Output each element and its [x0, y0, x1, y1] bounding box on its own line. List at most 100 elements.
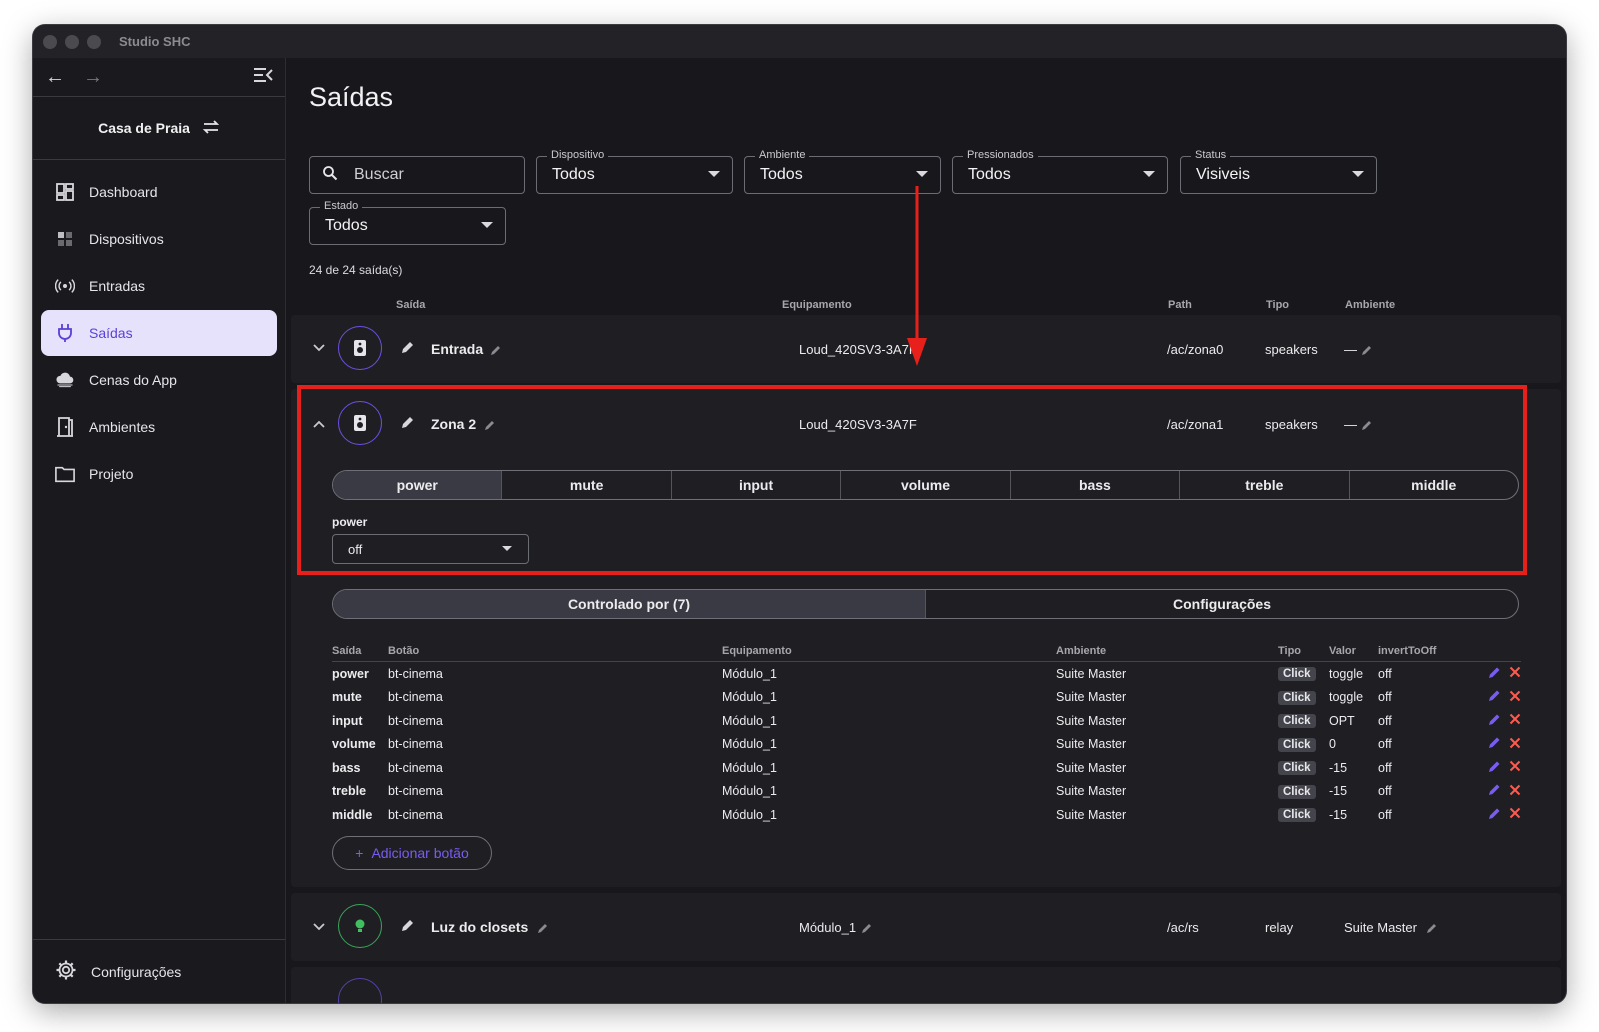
filter-estado[interactable]: Estado Todos — [309, 200, 506, 245]
output-row-partial[interactable] — [291, 967, 1561, 1003]
cell-saida: bass — [332, 760, 361, 775]
cell-tipo: Click — [1278, 709, 1329, 733]
th-valor: Valor — [1329, 642, 1378, 662]
back-arrow-icon[interactable]: ← — [45, 66, 65, 89]
sidebar-item-configuracoes[interactable]: Configurações — [33, 939, 285, 1003]
zoom-window-button[interactable] — [87, 34, 101, 49]
cell-actions — [1482, 686, 1521, 710]
sidebar-item-cenas[interactable]: Cenas do App — [41, 357, 277, 403]
annotation-arrow — [907, 186, 927, 366]
cell-saida: power — [332, 666, 369, 681]
tab-configuracoes[interactable]: Configurações — [925, 590, 1518, 618]
type-chip: Click — [1278, 714, 1316, 729]
delete-x-icon[interactable] — [1509, 807, 1521, 822]
command-tab-volume[interactable]: volume — [840, 471, 1009, 499]
delete-x-icon[interactable] — [1509, 690, 1521, 705]
edit-pencil-icon[interactable] — [1488, 713, 1501, 729]
search-icon — [322, 165, 338, 186]
rename-pencil-icon[interactable] — [400, 416, 414, 435]
cell-ambiente: Suite Master — [1056, 760, 1127, 775]
detail-tabs: Controlado por (7) Configurações — [332, 589, 1519, 619]
cell-tipo: Click — [1278, 686, 1329, 710]
caret-down-icon — [708, 171, 720, 177]
cell-saida: treble — [332, 784, 367, 799]
add-button[interactable]: + Adicionar botão — [332, 836, 492, 870]
delete-x-icon[interactable] — [1509, 737, 1521, 752]
edit-pencil-icon[interactable] — [1488, 760, 1501, 776]
cell-equipamento: Módulo_1 — [722, 737, 777, 752]
minimize-window-button[interactable] — [65, 34, 79, 49]
forward-arrow-icon[interactable]: → — [83, 66, 103, 89]
command-value-select[interactable]: off — [332, 534, 529, 564]
edit-room-icon[interactable] — [1361, 343, 1373, 361]
edit-room-icon[interactable] — [1426, 921, 1438, 939]
cell-botao: bt-cinema — [388, 713, 443, 728]
delete-x-icon[interactable] — [1509, 760, 1521, 775]
edit-pencil-icon[interactable] — [1488, 783, 1501, 799]
command-tab-bass[interactable]: bass — [1009, 471, 1179, 499]
cell-equipamento: Módulo_1 — [722, 784, 777, 799]
filter-label: Ambiente — [755, 149, 810, 161]
cell-ambiente: Suite Master — [1056, 713, 1127, 728]
edit-pencil-icon[interactable] — [1488, 666, 1501, 682]
filter-status[interactable]: Status Visiveis — [1180, 149, 1377, 194]
edit-name-icon[interactable] — [484, 418, 496, 436]
caret-down-icon — [481, 222, 493, 228]
sidebar-item-projeto[interactable]: Projeto — [41, 451, 277, 497]
plus-icon: + — [355, 845, 364, 861]
type-chip: Click — [1278, 737, 1316, 752]
cell-tipo: Click — [1278, 756, 1329, 780]
table-row: treble bt-cinema Módulo_1 Suite Master Click… — [332, 780, 1521, 804]
sidebar-item-dashboard[interactable]: Dashboard — [41, 169, 277, 215]
close-window-button[interactable] — [43, 34, 57, 49]
th-actions — [1482, 642, 1521, 662]
sidebar-item-saidas[interactable]: Saídas — [41, 310, 277, 356]
search-input[interactable]: Buscar — [309, 156, 525, 194]
sidebar-item-label: Saídas — [89, 325, 133, 341]
cell-botao: bt-cinema — [388, 807, 443, 822]
sidebar-item-ambientes[interactable]: Ambientes — [41, 404, 277, 450]
edit-pencil-icon[interactable] — [1488, 736, 1501, 752]
project-switcher[interactable]: Casa de Praia — [33, 97, 285, 160]
edit-name-icon[interactable] — [537, 921, 549, 939]
cell-botao: bt-cinema — [388, 784, 443, 799]
sidebar-item-label: Projeto — [89, 466, 134, 482]
th-equipamento: Equipamento — [722, 642, 1056, 662]
sidebar-footer-label: Configurações — [91, 963, 182, 980]
output-path: /ac/zona0 — [1167, 342, 1224, 357]
cell-saida: mute — [332, 690, 362, 705]
tab-controlado-por[interactable]: Controlado por (7) — [333, 590, 925, 618]
edit-pencil-icon[interactable] — [1488, 807, 1501, 823]
command-tab-middle[interactable]: middle — [1348, 471, 1518, 499]
filter-pressionados[interactable]: Pressionados Todos — [952, 149, 1168, 194]
command-tab-mute[interactable]: mute — [501, 471, 670, 499]
command-tab-input[interactable]: input — [670, 471, 840, 499]
cell-ambiente: Suite Master — [1056, 807, 1127, 822]
speaker-icon — [338, 401, 382, 445]
app-title: Studio SHC — [119, 34, 191, 49]
th-tipo: Tipo — [1278, 642, 1329, 662]
filter-dispositivo[interactable]: Dispositivo Todos — [536, 149, 733, 194]
delete-x-icon[interactable] — [1509, 784, 1521, 799]
rename-pencil-icon[interactable] — [400, 919, 414, 938]
command-tab-power[interactable]: power — [333, 471, 502, 499]
type-chip: Click — [1278, 761, 1316, 776]
delete-x-icon[interactable] — [1509, 666, 1521, 681]
edit-pencil-icon[interactable] — [1488, 689, 1501, 705]
edit-name-icon[interactable] — [490, 343, 502, 361]
edit-room-icon[interactable] — [1361, 418, 1373, 436]
chevron-down-icon[interactable] — [313, 341, 325, 355]
broadcast-icon — [55, 278, 75, 294]
sidebar-item-label: Ambientes — [89, 419, 156, 435]
collapse-menu-icon[interactable] — [253, 67, 273, 88]
chevron-up-icon[interactable] — [313, 417, 325, 431]
edit-equipment-icon[interactable] — [861, 921, 873, 939]
chevron-down-icon[interactable] — [313, 920, 325, 934]
cell-ambiente: Suite Master — [1056, 737, 1127, 752]
sidebar-item-dispositivos[interactable]: Dispositivos — [41, 216, 277, 262]
rename-pencil-icon[interactable] — [400, 341, 414, 360]
sidebar-item-entradas[interactable]: Entradas — [41, 263, 277, 309]
command-tab-treble[interactable]: treble — [1179, 471, 1348, 499]
delete-x-icon[interactable] — [1509, 713, 1521, 728]
add-button-label: Adicionar botão — [371, 845, 469, 861]
